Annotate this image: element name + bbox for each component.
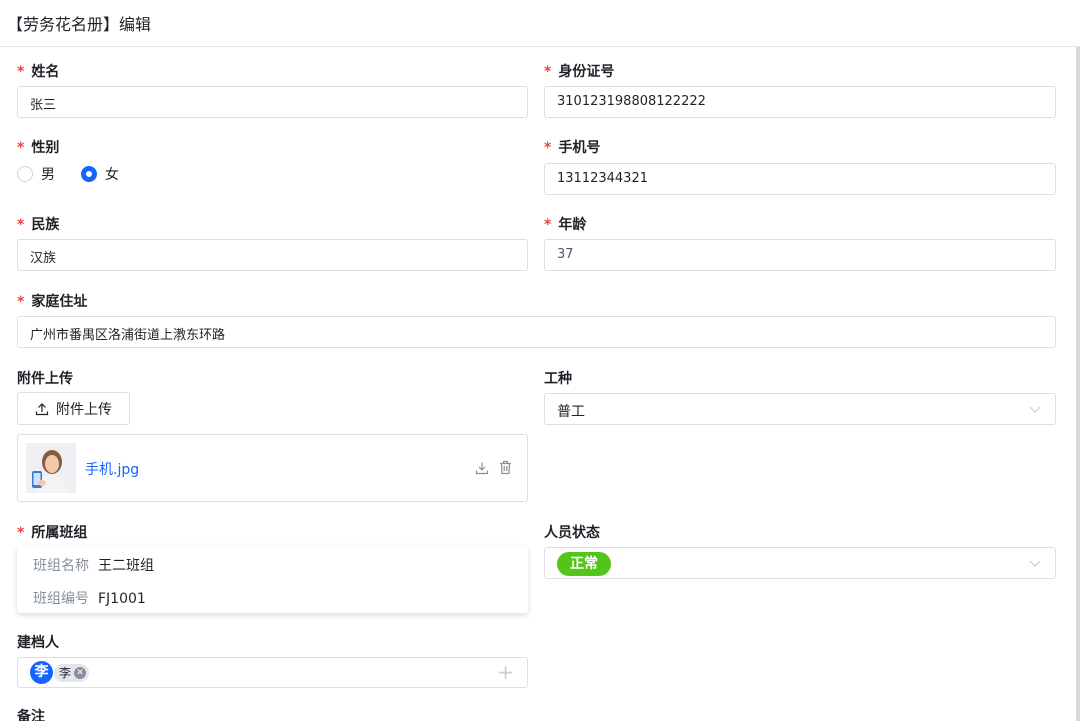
name-input[interactable]: 张三 (17, 86, 528, 118)
job-type-select[interactable]: 普工 (544, 393, 1056, 425)
team-label: * 所属班组 (17, 525, 88, 541)
avatar: 李 (30, 661, 53, 684)
gender-radio-male[interactable]: 男 (17, 164, 55, 184)
plus-icon[interactable]: + (497, 662, 514, 682)
age-label: * 年龄 (544, 217, 587, 233)
job-type-label: 工种 (544, 371, 572, 387)
remark-label: 备注 (17, 709, 45, 721)
status-badge: 正常 (557, 552, 611, 576)
radio-circle-checked (81, 166, 97, 182)
gender-label: * 性别 (17, 140, 60, 156)
radio-circle (17, 166, 33, 182)
gender-radio-female[interactable]: 女 (81, 164, 119, 184)
page-header: 【劳务花名册】编辑 (0, 0, 1080, 47)
ethnicity-label: * 民族 (17, 217, 60, 233)
upload-icon (35, 402, 49, 415)
download-icon[interactable] (475, 461, 489, 475)
trash-icon[interactable] (499, 460, 512, 475)
age-input[interactable]: 37 (544, 239, 1056, 271)
upload-button[interactable]: 附件上传 (17, 392, 130, 425)
address-label: * 家庭住址 (17, 294, 88, 310)
team-code-row: 班组编号 FJ1001 (33, 591, 146, 607)
address-input[interactable]: 广州市番禺区洛浦街道上漖东环路 (17, 316, 1056, 348)
team-info-card[interactable]: 班组名称 王二班组 班组编号 FJ1001 (17, 546, 528, 613)
uploaded-file-card: 手机.jpg (17, 434, 528, 502)
chevron-down-icon (1029, 560, 1041, 567)
attachment-label: 附件上传 (17, 371, 73, 387)
chevron-down-icon (1029, 406, 1041, 413)
status-select[interactable]: 正常 (544, 547, 1056, 579)
creator-tag: 李 ✕ (54, 664, 89, 682)
file-name-link[interactable]: 手机.jpg (85, 459, 139, 479)
status-label: 人员状态 (544, 525, 600, 541)
scrollbar[interactable] (1076, 47, 1080, 721)
creator-picker[interactable]: 李 李 ✕ + (17, 657, 528, 688)
ethnicity-input[interactable]: 汉族 (17, 239, 528, 271)
page-title: 【劳务花名册】编辑 (7, 15, 152, 34)
team-name-row: 班组名称 王二班组 (33, 558, 154, 574)
id-number-input[interactable]: 310123198808122222 (544, 86, 1056, 118)
thumbnail-image (26, 443, 76, 493)
id-number-label: * 身份证号 (544, 64, 615, 80)
creator-label: 建档人 (17, 635, 59, 651)
file-thumbnail[interactable] (26, 443, 76, 493)
phone-label: * 手机号 (544, 140, 601, 156)
name-label: * 姓名 (17, 64, 60, 80)
phone-input[interactable]: 13112344321 (544, 163, 1056, 195)
remove-tag-icon[interactable]: ✕ (74, 667, 86, 679)
